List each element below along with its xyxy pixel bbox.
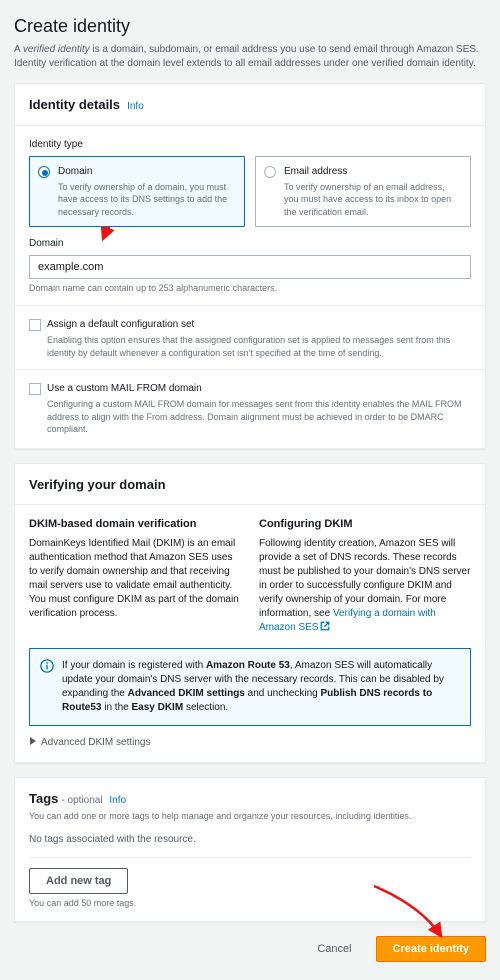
configuring-dkim-title: Configuring DKIM [259, 517, 471, 532]
identity-type-email-tile[interactable]: Email address To verify ownership of an … [255, 156, 471, 228]
identity-details-panel: Identity details Info Identity type Doma… [14, 83, 486, 449]
domain-tile-title: Domain [58, 165, 234, 179]
dkim-verification-title: DKIM-based domain verification [29, 517, 241, 532]
no-tags-text: No tags associated with the resource. [29, 833, 471, 858]
create-identity-button[interactable]: Create identity [376, 936, 486, 962]
domain-helper-text: Domain name can contain up to 253 alphan… [29, 282, 471, 295]
info-icon [40, 659, 54, 678]
advanced-dkim-expander[interactable]: Advanced DKIM settings [29, 736, 471, 750]
custom-mail-from-checkbox[interactable]: Use a custom MAIL FROM domain [29, 382, 471, 396]
tags-heading: Tags [29, 791, 58, 806]
domain-field-label: Domain [29, 237, 471, 251]
radio-icon [38, 166, 50, 178]
verify-domain-heading: Verifying your domain [29, 477, 166, 492]
verify-domain-panel: Verifying your domain DKIM-based domain … [14, 463, 486, 763]
identity-details-heading: Identity details [29, 97, 120, 112]
checkbox-icon [29, 319, 41, 331]
external-link-icon [320, 621, 330, 636]
checkbox-icon [29, 383, 41, 395]
caret-right-icon [29, 736, 37, 750]
radio-icon [264, 166, 276, 178]
identity-type-label: Identity type [29, 138, 471, 152]
add-new-tag-button[interactable]: Add new tag [29, 868, 128, 894]
tags-limit-text: You can add 50 more tags. [29, 897, 471, 910]
email-tile-desc: To verify ownership of an email address,… [284, 181, 460, 219]
cancel-button[interactable]: Cancel [301, 936, 367, 962]
tags-info-link[interactable]: Info [109, 795, 126, 806]
email-tile-title: Email address [284, 165, 460, 179]
domain-tile-desc: To verify ownership of a domain, you mus… [58, 181, 234, 219]
tags-desc: You can add one or more tags to help man… [29, 810, 471, 823]
tags-optional-label: - optional [61, 795, 105, 806]
domain-input[interactable] [29, 255, 471, 279]
identity-details-info-link[interactable]: Info [127, 101, 144, 112]
dkim-verification-text: DomainKeys Identified Mail (DKIM) is an … [29, 537, 241, 621]
assign-config-set-checkbox[interactable]: Assign a default configuration set [29, 318, 471, 332]
identity-type-domain-tile[interactable]: Domain To verify ownership of a domain, … [29, 156, 245, 228]
page-subtitle: A verified identity is a domain, subdoma… [14, 43, 486, 71]
custom-mail-from-desc: Configuring a custom MAIL FROM domain fo… [47, 398, 471, 436]
assign-config-set-desc: Enabling this option ensures that the as… [47, 334, 471, 359]
configuring-dkim-text: Following identity creation, Amazon SES … [259, 537, 471, 636]
tags-panel: Tags - optional Info You can add one or … [14, 777, 486, 923]
page-title: Create identity [14, 14, 486, 39]
route53-info-box: If your domain is registered with Amazon… [29, 648, 471, 726]
